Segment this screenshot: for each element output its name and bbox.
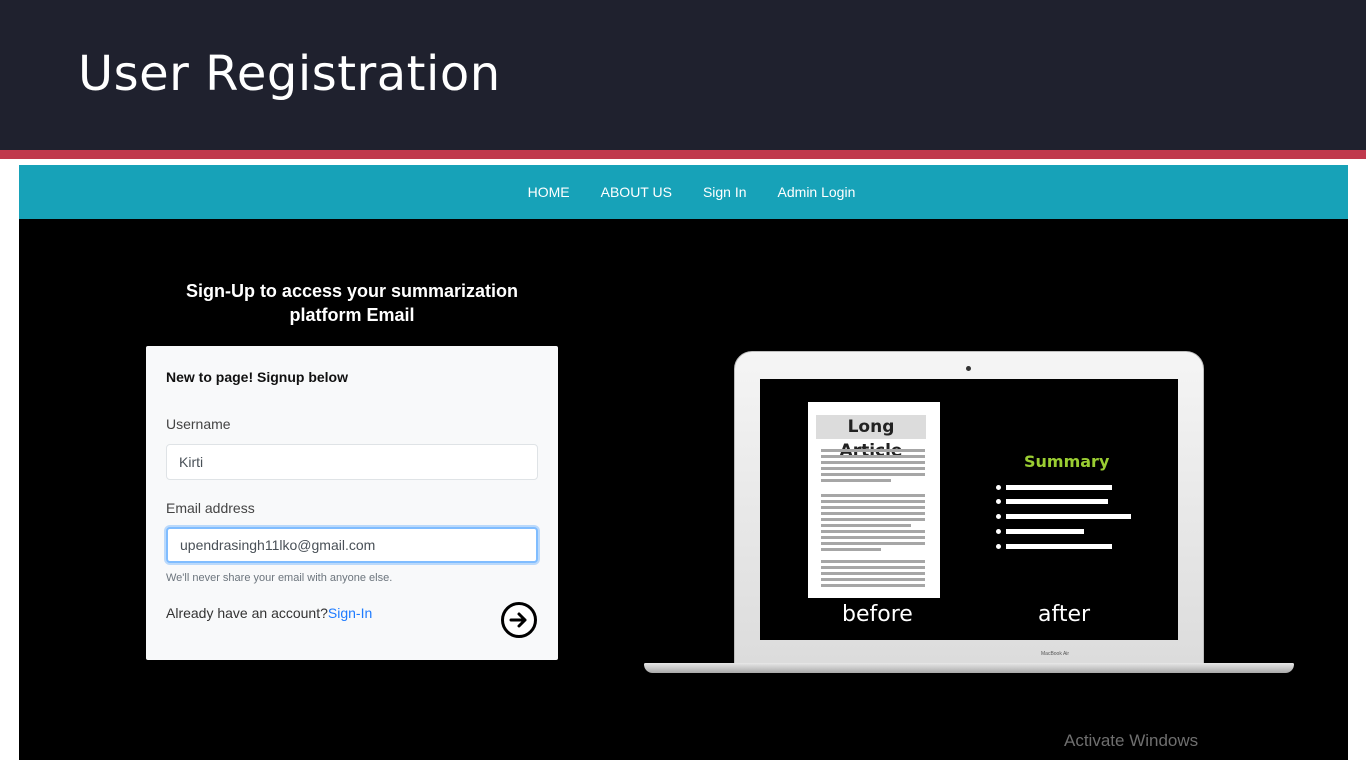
camera-dot [966, 366, 971, 371]
summary-line [1006, 499, 1108, 504]
activate-windows-watermark: Activate Windows [1064, 731, 1199, 750]
laptop-lid: Long Article [734, 351, 1204, 665]
text-line [821, 530, 925, 533]
text-line [821, 560, 925, 563]
summary-line [1006, 529, 1084, 534]
bullet [996, 485, 1001, 490]
app-screenshot: HOME ABOUT US Sign In Admin Login Sign-U… [19, 165, 1348, 760]
text-line [821, 536, 925, 539]
bullet [996, 529, 1001, 534]
nav-about-us[interactable]: ABOUT US [601, 184, 672, 200]
signup-heading: Sign-Up to access your summarization pla… [147, 279, 557, 327]
username-label: Username [166, 416, 231, 432]
bullet [996, 514, 1001, 519]
text-line [821, 473, 925, 476]
laptop-illustration: Long Article [644, 349, 1294, 679]
text-line [821, 524, 911, 527]
nav-admin-login[interactable]: Admin Login [778, 184, 856, 200]
text-line [821, 578, 925, 581]
text-line [821, 455, 925, 458]
text-line [821, 506, 925, 509]
before-label: before [842, 602, 913, 627]
text-line [821, 548, 881, 551]
email-label: Email address [166, 500, 255, 516]
navbar: HOME ABOUT US Sign In Admin Login [19, 165, 1348, 219]
arrow-right-circle-icon [509, 612, 527, 628]
text-line [821, 518, 925, 521]
nav-sign-in[interactable]: Sign In [703, 184, 747, 200]
submit-button[interactable] [501, 602, 537, 638]
email-input[interactable] [166, 527, 538, 563]
signup-heading-line2: platform Email [289, 305, 415, 325]
nav-home[interactable]: HOME [528, 184, 570, 200]
signup-heading-line1: Sign-Up to access your summarization [185, 281, 519, 301]
text-line [821, 566, 925, 569]
doc-title: Long Article [816, 415, 926, 461]
after-label: after [1038, 602, 1091, 627]
laptop-base [644, 663, 1294, 673]
text-line [821, 542, 925, 545]
slide-header: User Registration [0, 0, 1366, 150]
text-line [821, 572, 925, 575]
text-line [821, 461, 925, 464]
summary-line [1006, 544, 1112, 549]
text-line [821, 584, 925, 587]
signup-form-card: New to page! Signup below Username Email… [146, 346, 558, 660]
slide-title: User Registration [78, 46, 501, 102]
laptop-screen: Long Article [760, 379, 1178, 640]
bullet [996, 544, 1001, 549]
summary-line [1006, 485, 1112, 490]
summary-title: Summary [1024, 452, 1110, 471]
form-title: New to page! Signup below [166, 369, 348, 385]
summary-line [1006, 514, 1131, 519]
text-line [821, 500, 925, 503]
text-line [821, 494, 925, 497]
text-line [821, 479, 891, 482]
already-account-text: Already have an account?Sign-In [166, 605, 372, 621]
accent-bar [0, 150, 1366, 159]
text-line [821, 467, 925, 470]
text-line [821, 512, 925, 515]
already-account-label: Already have an account? [166, 605, 328, 621]
bullet [996, 499, 1001, 504]
sign-in-link[interactable]: Sign-In [328, 605, 372, 621]
laptop-brand-text: MacBook Air [1041, 651, 1070, 657]
long-article-document: Long Article [808, 402, 940, 598]
username-input[interactable] [166, 444, 538, 480]
text-line [821, 449, 925, 452]
email-help-text: We'll never share your email with anyone… [166, 572, 393, 584]
